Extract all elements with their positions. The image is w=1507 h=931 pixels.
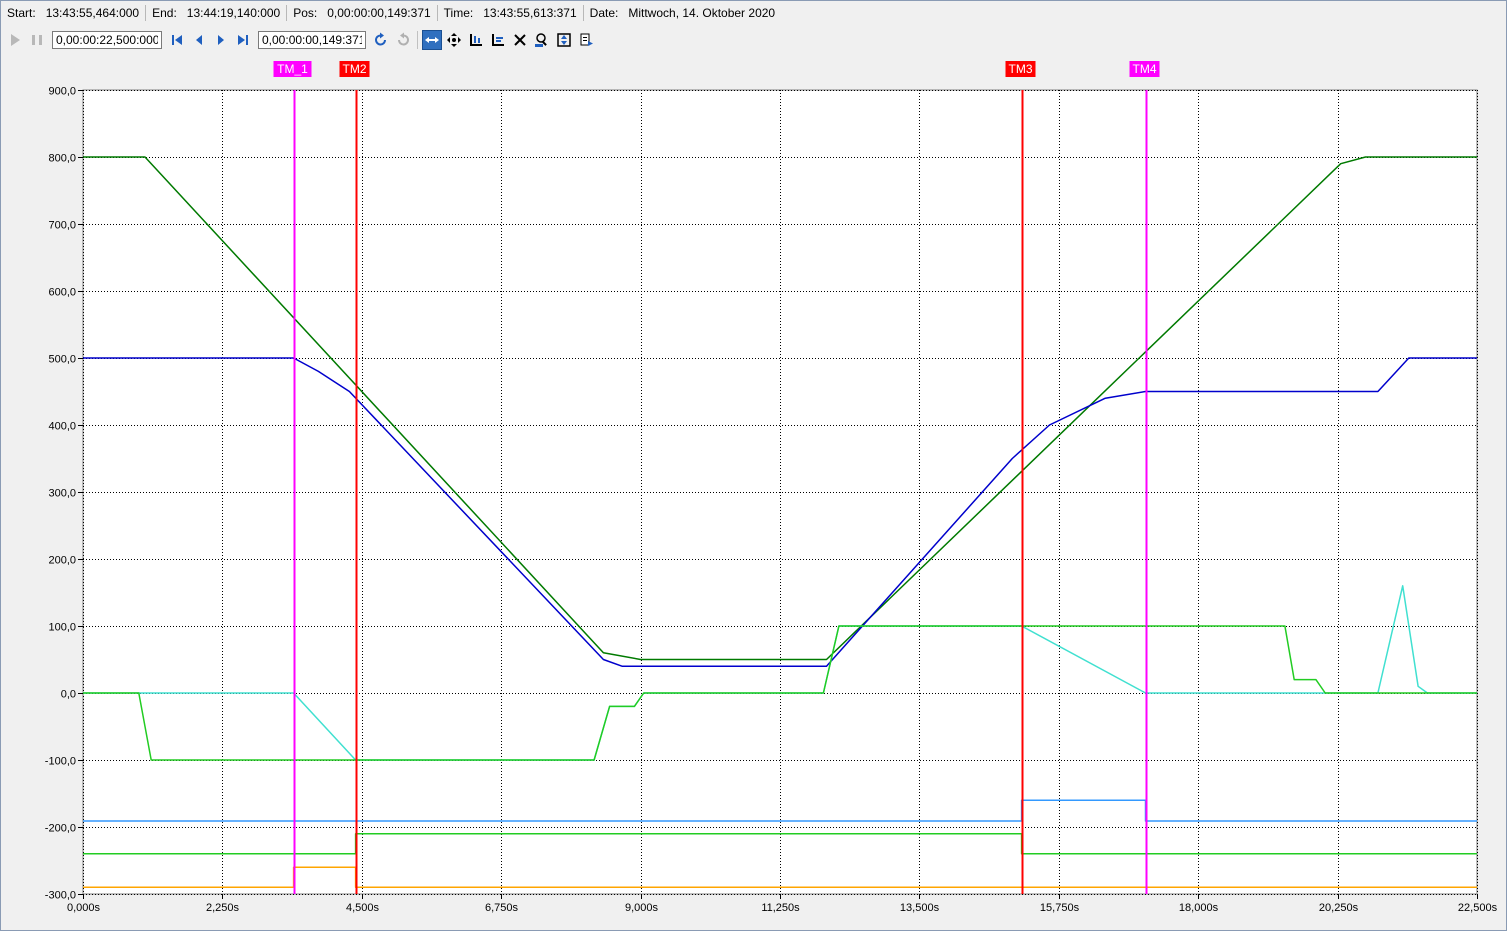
marker-label: TM2 — [343, 62, 367, 76]
marker-label: TM3 — [1009, 62, 1033, 76]
time-value: 13:43:55,613:371 — [483, 6, 577, 20]
redo-icon[interactable] — [393, 30, 413, 50]
zoom-max-icon[interactable] — [532, 30, 552, 50]
time-label: Time: — [443, 6, 474, 20]
clear-icon[interactable] — [510, 30, 530, 50]
y-tick-label: 700,0 — [48, 220, 76, 232]
skip-start-icon[interactable] — [167, 30, 187, 50]
info-start: Start: 13:43:55,464:000 — [1, 5, 147, 21]
fit-icon[interactable] — [554, 30, 574, 50]
info-pos: Pos: 0,00:00:00,149:371 — [287, 5, 438, 21]
x-tick-label: 4,500s — [346, 902, 380, 914]
pan-icon[interactable] — [422, 30, 442, 50]
x-tick-label: 22,500s — [1458, 902, 1498, 914]
start-label: Start: — [7, 6, 36, 20]
x-tick-label: 18,000s — [1179, 902, 1219, 914]
play-icon[interactable] — [5, 30, 25, 50]
chart[interactable]: 900,0 800,0 700,0 600,0 500,0 400,0 300,0 200,0… — [1, 53, 1506, 930]
y-tick-label: 0,0 — [61, 689, 76, 701]
x-tick-label: 0,000s — [67, 902, 101, 914]
marker-label: TM_1 — [277, 62, 308, 76]
x-tick-label: 13,500s — [900, 902, 940, 914]
y-tick-label: 400,0 — [48, 421, 76, 433]
position-input[interactable] — [258, 31, 366, 49]
marker-label: TM4 — [1133, 62, 1157, 76]
x-tick-label: 2,250s — [206, 902, 240, 914]
end-value: 13:44:19,140:000 — [186, 6, 281, 20]
pos-label: Pos: — [293, 6, 318, 20]
y-tick-label: 200,0 — [48, 555, 76, 567]
pos-value: 0,00:00:00,149:371 — [327, 6, 431, 20]
x-tick-label: 9,000s — [625, 902, 659, 914]
start-value: 13:43:55,464:000 — [45, 6, 140, 20]
toolbar-separator — [417, 31, 418, 49]
step-forward-icon[interactable] — [211, 30, 231, 50]
app-window: Start: 13:43:55,464:000 End: 13:44:19,14… — [0, 0, 1507, 931]
y-tick-label: 800,0 — [48, 153, 76, 165]
y-tick-label: -200,0 — [45, 823, 76, 835]
info-end: End: 13:44:19,140:000 — [146, 5, 288, 21]
y-tick-label: 100,0 — [48, 622, 76, 634]
toolbar — [1, 27, 1506, 53]
end-label: End: — [152, 6, 177, 20]
info-bar: Start: 13:43:55,464:000 End: 13:44:19,14… — [1, 1, 1506, 25]
zoom-x-icon[interactable] — [466, 30, 486, 50]
y-tick-label: 300,0 — [48, 488, 76, 500]
date-value: Mittwoch, 14. Oktober 2020 — [628, 6, 776, 20]
range-input[interactable] — [52, 31, 162, 49]
x-tick-label: 6,750s — [485, 902, 519, 914]
y-tick-label: 900,0 — [48, 86, 76, 98]
y-tick-label: -100,0 — [45, 756, 76, 768]
x-tick-label: 11,250s — [761, 902, 800, 914]
date-label: Date: — [589, 6, 619, 20]
undo-icon[interactable] — [371, 30, 391, 50]
y-tick-label: 600,0 — [48, 287, 76, 299]
export-icon[interactable] — [576, 30, 596, 50]
move-icon[interactable] — [444, 30, 464, 50]
zoom-y-icon[interactable] — [488, 30, 508, 50]
y-tick-label: -300,0 — [45, 890, 76, 902]
skip-end-icon[interactable] — [233, 30, 253, 50]
info-date: Date: Mittwoch, 14. Oktober 2020 — [584, 5, 781, 21]
pause-icon[interactable] — [27, 30, 47, 50]
x-tick-label: 20,250s — [1319, 902, 1359, 914]
info-time: Time: 13:43:55,613:371 — [438, 5, 584, 21]
x-tick-label: 15,750s — [1040, 902, 1080, 914]
step-back-icon[interactable] — [189, 30, 209, 50]
y-tick-label: 500,0 — [48, 354, 76, 366]
